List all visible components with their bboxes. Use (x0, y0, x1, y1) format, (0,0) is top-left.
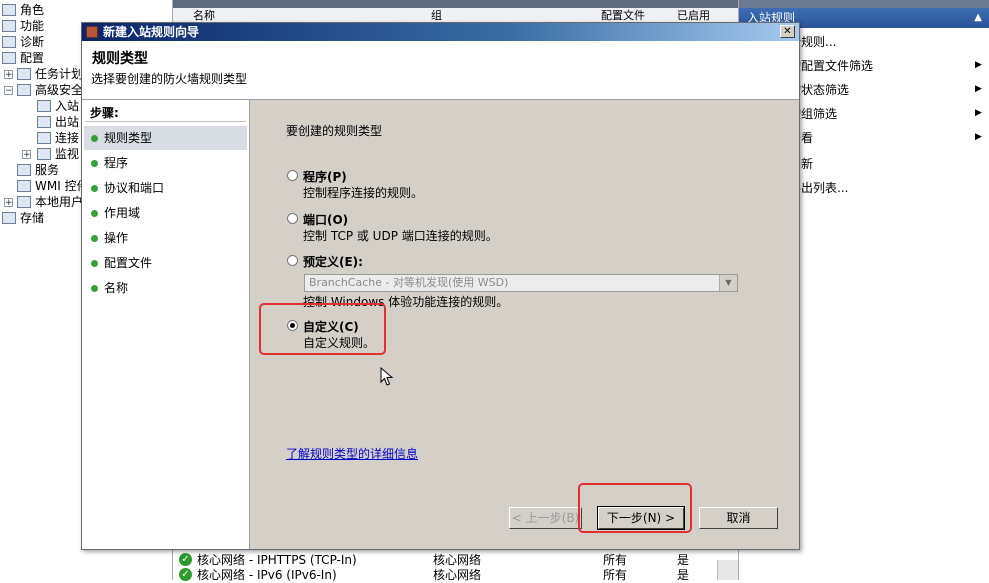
collapse-firewall[interactable]: − (4, 86, 13, 96)
chevron-down-icon[interactable]: ▼ (719, 275, 737, 291)
tree-item-connection[interactable]: 连接 (37, 130, 79, 146)
clock-icon (17, 68, 31, 80)
cancel-button[interactable]: 取消 (699, 507, 778, 529)
step-profile[interactable]: 配置文件 (84, 251, 247, 275)
tree-item-storage[interactable]: 存储 (2, 210, 44, 226)
diagnostics-icon (2, 36, 16, 48)
option-program-label[interactable]: 程序(P) (303, 168, 347, 185)
configuration-icon (2, 52, 16, 64)
table-title-bar (173, 0, 739, 8)
step-bullet-icon (91, 235, 98, 242)
enabled-check-icon: ✓ (179, 553, 192, 566)
step-action[interactable]: 操作 (84, 226, 247, 250)
tree-item-roles[interactable]: 角色 (2, 2, 44, 18)
radio-predefined[interactable] (287, 255, 298, 266)
tree-item-task-scheduler[interactable]: 任务计划 (17, 66, 83, 82)
radio-port[interactable] (287, 213, 298, 224)
collapse-caret-icon[interactable]: ▲ (974, 8, 982, 28)
enabled-check-icon: ✓ (179, 568, 192, 581)
tree-item-features[interactable]: 功能 (2, 18, 44, 34)
step-bullet-icon (91, 210, 98, 217)
actions-title-bar (739, 0, 989, 8)
option-custom-label[interactable]: 自定义(C) (303, 318, 359, 335)
step-name[interactable]: 名称 (84, 276, 247, 300)
table-scrollbar[interactable] (717, 560, 740, 580)
tree-item-wmi[interactable]: WMI 控件 (17, 178, 89, 194)
outbound-rules-icon (37, 116, 51, 128)
services-gear-icon (17, 164, 31, 176)
option-predefined-desc: 控制 Windows 体验功能连接的规则。 (303, 295, 509, 309)
steps-divider (85, 121, 246, 122)
rule-type-question: 要创建的规则类型 (286, 124, 383, 138)
radio-custom[interactable] (287, 320, 298, 331)
step-bullet-icon (91, 260, 98, 267)
steps-title: 步骤: (90, 106, 119, 120)
tree-item-services[interactable]: 服务 (17, 162, 59, 178)
tree-item-advanced-security[interactable]: 高级安全 (17, 82, 83, 98)
option-custom-desc: 自定义规则。 (303, 336, 376, 350)
connection-rules-icon (37, 132, 51, 144)
table-row[interactable]: ✓ 核心网络 - IPHTTPS (TCP-In) 核心网络 所有 是 (179, 553, 719, 568)
wmi-icon (17, 180, 31, 192)
tree-item-diagnostics[interactable]: 诊断 (2, 34, 44, 50)
expand-monitoring[interactable]: + (22, 150, 31, 160)
action-filter-profile[interactable]: 按配置文件筛选 (789, 58, 873, 74)
monitor-icon (37, 148, 51, 160)
radio-program[interactable] (287, 170, 298, 181)
predefined-combo[interactable]: BranchCache - 对等机发现(使用 WSD) ▼ (304, 274, 738, 292)
step-rule-type[interactable]: 规则类型 (84, 126, 247, 150)
tree-item-configuration[interactable]: 配置 (2, 50, 44, 66)
step-program[interactable]: 程序 (84, 151, 247, 175)
learn-more-link[interactable]: 了解规则类型的详细信息 (286, 445, 418, 462)
table-row[interactable]: ✓ 核心网络 - IPv6 (IPv6-In) 核心网络 所有 是 (179, 568, 719, 583)
option-port-label[interactable]: 端口(O) (303, 211, 348, 228)
steps-panel: 步骤: 规则类型 程序 协议和端口 作用域 操作 配置文件 名称 (82, 100, 250, 549)
submenu-arrow-icon: ▶ (975, 132, 982, 142)
option-predefined-label[interactable]: 预定义(E): (303, 253, 363, 270)
tree-item-inbound[interactable]: 入站 (37, 98, 79, 114)
expand-local-users[interactable]: + (4, 198, 13, 208)
features-icon (2, 20, 16, 32)
step-bullet-icon (91, 160, 98, 167)
inbound-rules-icon (37, 100, 51, 112)
new-inbound-rule-wizard: 新建入站规则向导 ✕ 规则类型 选择要创建的防火墙规则类型 步骤: 规则类型 程… (81, 22, 800, 550)
dialog-title: 新建入站规则向导 (103, 25, 200, 39)
step-bullet-icon (91, 135, 98, 142)
submenu-arrow-icon: ▶ (975, 108, 982, 118)
tree-item-monitoring[interactable]: 监视 (37, 146, 79, 162)
tree-item-local-users[interactable]: 本地用户 (17, 194, 83, 210)
tree-item-outbound[interactable]: 出站 (37, 114, 79, 130)
firewall-app-icon (86, 26, 98, 38)
submenu-arrow-icon: ▶ (975, 60, 982, 70)
step-protocol-ports[interactable]: 协议和端口 (84, 176, 247, 200)
mouse-cursor-icon (380, 367, 394, 386)
page-subtitle: 选择要创建的防火墙规则类型 (91, 72, 248, 86)
option-port-desc: 控制 TCP 或 UDP 端口连接的规则。 (303, 229, 498, 243)
dialog-title-bar[interactable]: 新建入站规则向导 ✕ (82, 23, 799, 41)
wizard-content: 要创建的规则类型 程序(P) 控制程序连接的规则。 端口(O) 控制 TCP 或… (250, 100, 799, 549)
step-scope[interactable]: 作用域 (84, 201, 247, 225)
expand-task-scheduler[interactable]: + (4, 70, 13, 80)
step-bullet-icon (91, 285, 98, 292)
firewall-icon (17, 84, 31, 96)
next-button[interactable]: 下一步(N) > (597, 506, 685, 530)
wizard-header: 规则类型 选择要创建的防火墙规则类型 (82, 41, 799, 100)
back-button[interactable]: < 上一步(B) (509, 507, 582, 529)
submenu-arrow-icon: ▶ (975, 84, 982, 94)
option-program-desc: 控制程序连接的规则。 (303, 186, 424, 200)
storage-icon (2, 212, 16, 224)
users-icon (17, 196, 31, 208)
step-bullet-icon (91, 185, 98, 192)
close-button[interactable]: ✕ (780, 25, 795, 38)
roles-icon (2, 4, 16, 16)
page-title: 规则类型 (92, 51, 148, 67)
